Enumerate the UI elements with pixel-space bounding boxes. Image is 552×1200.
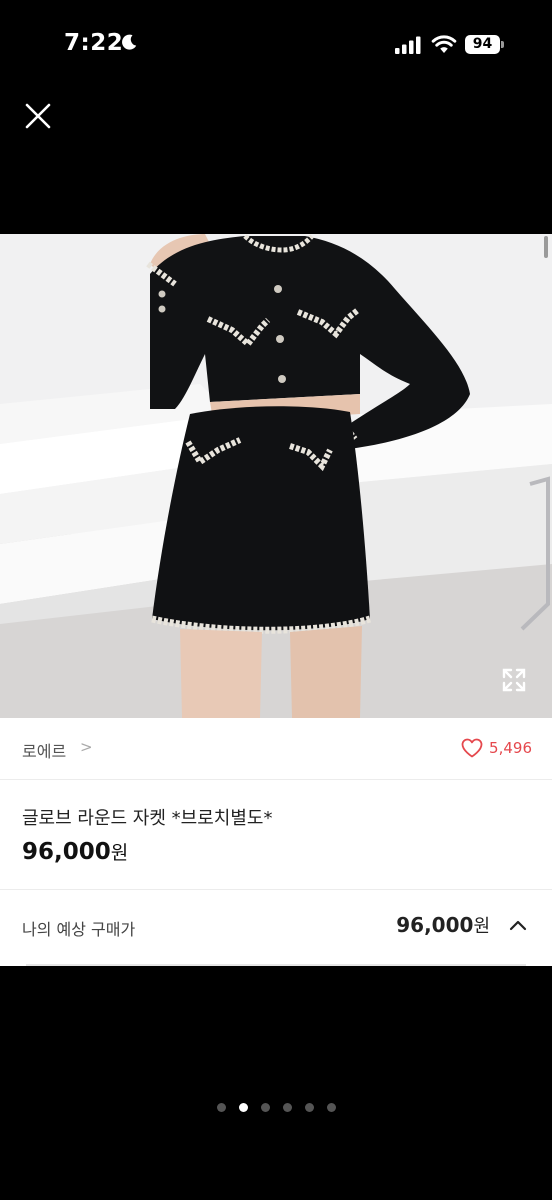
divider — [26, 964, 526, 966]
product-title-section: 글로브 라운드 자켓 *브로치별도* 96,000원 — [0, 780, 552, 890]
product-title: 글로브 라운드 자켓 *브로치별도* — [22, 808, 273, 829]
wifi-icon — [431, 35, 457, 53]
shop-name[interactable]: 로에르 — [22, 738, 66, 762]
estimated-price-unit: 원 — [473, 916, 490, 937]
page-dot[interactable] — [304, 1103, 314, 1112]
page-indicator — [0, 1103, 552, 1115]
estimated-price: 96,000원 — [396, 912, 490, 938]
estimated-price-label: 나의 예상 구매가 — [22, 920, 136, 939]
scrollbar[interactable] — [544, 236, 548, 258]
status-time: 7:22 — [64, 30, 124, 56]
product-image[interactable] — [0, 234, 552, 718]
heart-icon — [461, 738, 483, 758]
product-price-unit: 원 — [110, 842, 129, 864]
chevron-right-icon: > — [80, 738, 93, 756]
page-dot[interactable] — [216, 1103, 226, 1112]
like-count: 5,496 — [489, 739, 532, 757]
page-dot[interactable] — [238, 1103, 248, 1112]
product-detail-screen: 7:22 94 로에르 > 5,496 글로브 라운드 자켓 *브로치별도* 9… — [0, 0, 552, 1200]
shop-row[interactable]: 로에르 > 5,496 — [0, 718, 552, 780]
estimated-price-row[interactable]: 나의 예상 구매가 96,000원 — [0, 890, 552, 966]
battery-tip — [501, 41, 504, 48]
estimated-price-value: 96,000 — [396, 913, 474, 937]
product-price: 96,000원 — [22, 838, 128, 865]
expand-icon[interactable] — [500, 666, 528, 694]
product-price-value: 96,000 — [22, 839, 111, 865]
like-button[interactable]: 5,496 — [461, 736, 532, 760]
page-dot[interactable] — [326, 1103, 336, 1112]
close-icon[interactable] — [22, 100, 54, 132]
battery-level: 94 — [465, 35, 500, 54]
page-dot[interactable] — [282, 1103, 292, 1112]
chevron-up-icon[interactable] — [508, 918, 528, 932]
product-info-sheet: 로에르 > 5,496 글로브 라운드 자켓 *브로치별도* 96,000원 나… — [0, 718, 552, 966]
moon-icon — [122, 34, 137, 50]
signal-icon — [395, 36, 421, 54]
product-photo — [0, 234, 552, 718]
status-bar: 7:22 94 — [0, 0, 552, 90]
page-dot[interactable] — [260, 1103, 270, 1112]
battery-indicator: 94 — [465, 35, 505, 54]
